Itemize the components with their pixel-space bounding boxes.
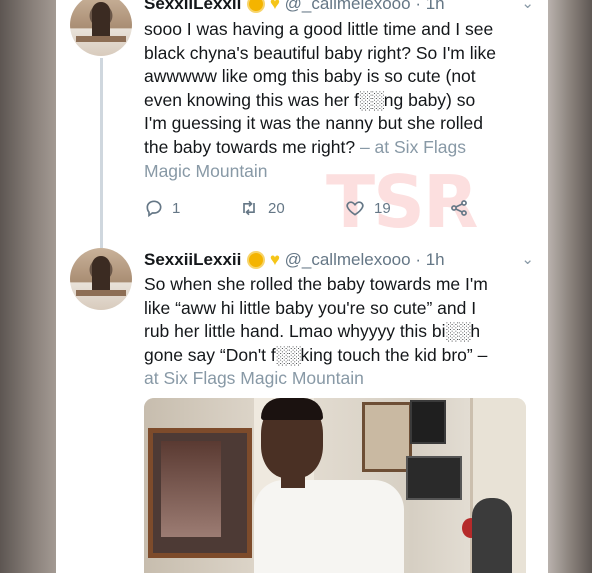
reply-button[interactable]: 1 xyxy=(144,198,180,218)
tweet-line: black chyna's beautiful baby right? So I… xyxy=(144,42,497,63)
chevron-down-icon[interactable]: ⌄ xyxy=(521,0,534,12)
like-button[interactable]: 19 xyxy=(344,198,391,218)
tweet-text: sooo I was having a good little time and… xyxy=(144,18,536,183)
display-name[interactable]: SexxiiLexxii xyxy=(144,0,241,13)
tweet-line: rub her little hand. Lmao whyyyy this bi… xyxy=(144,321,481,342)
timestamp[interactable]: 1h xyxy=(426,250,445,269)
display-name[interactable]: SexxiiLexxii xyxy=(144,250,241,269)
timestamp[interactable]: 1h xyxy=(426,0,445,13)
sun-emoji-icon xyxy=(249,0,264,11)
tweet-line-with-location: the baby towards me right? – at Six Flag… xyxy=(144,136,466,157)
heart-icon xyxy=(346,201,364,216)
yellow-heart-emoji-icon: ♥ xyxy=(269,250,280,269)
tweet-actions: 1 20 19 xyxy=(144,198,504,220)
reply-count: 1 xyxy=(172,199,181,217)
tweet-line: awwwww like omg this baby is so cute (no… xyxy=(144,66,476,87)
retweet-count: 20 xyxy=(268,199,285,217)
separator: · xyxy=(415,0,421,13)
tweet-line: gone say “Don't f░░king touch the kid br… xyxy=(144,344,488,365)
tweet-line: even knowing this was her f░░ng baby) so xyxy=(144,89,476,110)
avatar[interactable] xyxy=(70,0,132,56)
tweet-header: SexxiiLexxii ♥ @_callmelexooo · 1h xyxy=(144,0,445,14)
tweet-thread-card: SexxiiLexxii ♥ @_callmelexooo · 1h ⌄ soo… xyxy=(56,0,548,573)
tweet-header: SexxiiLexxii ♥ @_callmelexooo · 1h xyxy=(144,250,445,270)
background-left xyxy=(0,0,56,573)
chevron-down-icon[interactable]: ⌄ xyxy=(521,250,534,268)
separator: · xyxy=(415,250,421,269)
user-handle[interactable]: @_callmelexooo xyxy=(285,0,411,13)
tweet-line: sooo I was having a good little time and… xyxy=(144,19,494,39)
tweet-line: like “aww hi little baby you're so cute”… xyxy=(144,297,477,318)
reply-icon xyxy=(146,200,162,218)
tweet-text: So when she rolled the baby towards me I… xyxy=(144,273,536,391)
yellow-heart-emoji-icon: ♥ xyxy=(269,0,280,13)
tweet-line: So when she rolled the baby towards me I… xyxy=(144,274,488,294)
like-count: 19 xyxy=(374,199,391,217)
retweet-icon xyxy=(243,200,255,216)
thread-connector-line xyxy=(100,58,103,248)
share-icon xyxy=(451,200,467,216)
background-right xyxy=(548,0,592,573)
avatar[interactable] xyxy=(70,248,132,310)
location-link-part[interactable]: – at Six Flags xyxy=(360,137,466,157)
user-handle[interactable]: @_callmelexooo xyxy=(285,250,411,269)
location-link[interactable]: at Six Flags Magic Mountain xyxy=(144,367,536,391)
share-button[interactable] xyxy=(448,198,470,218)
retweet-button[interactable]: 20 xyxy=(238,198,285,218)
tweet-line: I'm guessing it was the nanny but she ro… xyxy=(144,113,483,134)
sun-emoji-icon xyxy=(249,253,264,267)
tweet-media-image[interactable] xyxy=(144,398,526,573)
